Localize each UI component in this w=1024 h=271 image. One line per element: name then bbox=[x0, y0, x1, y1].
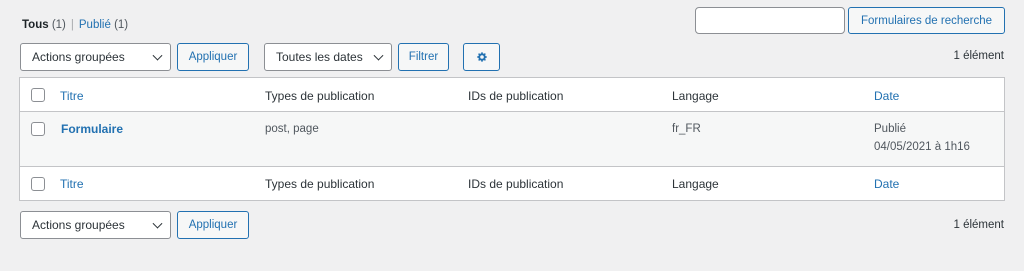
row-status: Publié bbox=[874, 123, 906, 135]
filter-all-link[interactable]: Tous (1) bbox=[22, 19, 66, 31]
item-count-bottom: 1 élément bbox=[953, 219, 1004, 231]
gear-icon bbox=[476, 52, 487, 62]
apply-button-bottom[interactable]: Appliquer bbox=[177, 211, 249, 239]
chevron-down-icon bbox=[152, 218, 163, 229]
chevron-down-icon bbox=[152, 50, 163, 61]
dates-select-value: Toutes les dates bbox=[276, 50, 363, 64]
column-post-types: Types de publication bbox=[265, 89, 375, 103]
chevron-down-icon bbox=[373, 50, 384, 61]
bulk-actions-select-bottom[interactable]: Actions groupées bbox=[20, 211, 171, 239]
column-title-sort-footer[interactable]: Titre bbox=[60, 177, 84, 191]
bulk-actions-value: Actions groupées bbox=[32, 218, 125, 232]
filter-separator: | bbox=[70, 19, 74, 31]
table-header-row: Titre Types de publication IDs de public… bbox=[20, 78, 1004, 112]
column-date-sort[interactable]: Date bbox=[874, 89, 899, 103]
row-post-types: post, page bbox=[265, 123, 319, 135]
row-checkbox[interactable] bbox=[31, 122, 45, 136]
search-button[interactable]: Formulaires de recherche bbox=[848, 7, 1005, 34]
bulk-actions-value: Actions groupées bbox=[32, 50, 125, 64]
column-title-sort[interactable]: Titre bbox=[60, 89, 84, 103]
select-all-checkbox[interactable] bbox=[31, 88, 45, 102]
column-date-sort-footer[interactable]: Date bbox=[874, 177, 899, 191]
apply-button-top[interactable]: Appliquer bbox=[177, 43, 249, 71]
row-title-link[interactable]: Formulaire bbox=[61, 122, 123, 136]
row-language: fr_FR bbox=[672, 123, 701, 135]
select-all-checkbox-footer[interactable] bbox=[31, 177, 45, 191]
filter-published-link[interactable]: Publié (1) bbox=[79, 19, 128, 31]
column-post-ids: IDs de publication bbox=[468, 89, 564, 103]
item-count-top: 1 élément bbox=[953, 50, 1004, 62]
column-post-ids-footer: IDs de publication bbox=[468, 177, 564, 191]
screen-options-button[interactable] bbox=[463, 43, 500, 71]
row-date: 04/05/2021 à 1h16 bbox=[874, 141, 970, 153]
bulk-actions-select-top[interactable]: Actions groupées bbox=[20, 43, 171, 71]
column-language: Langage bbox=[672, 89, 719, 103]
filter-button[interactable]: Filtrer bbox=[398, 43, 449, 71]
column-post-types-footer: Types de publication bbox=[265, 177, 375, 191]
status-filter-links: Tous (1) | Publié (1) bbox=[22, 19, 128, 31]
forms-table: Titre Types de publication IDs de public… bbox=[19, 77, 1005, 201]
search-input[interactable] bbox=[695, 7, 845, 34]
column-language-footer: Langage bbox=[672, 177, 719, 191]
table-footer-row: Titre Types de publication IDs de public… bbox=[20, 166, 1004, 200]
dates-select[interactable]: Toutes les dates bbox=[264, 43, 392, 71]
table-row: Formulaire post, page fr_FR Publié 04/05… bbox=[20, 112, 1004, 166]
